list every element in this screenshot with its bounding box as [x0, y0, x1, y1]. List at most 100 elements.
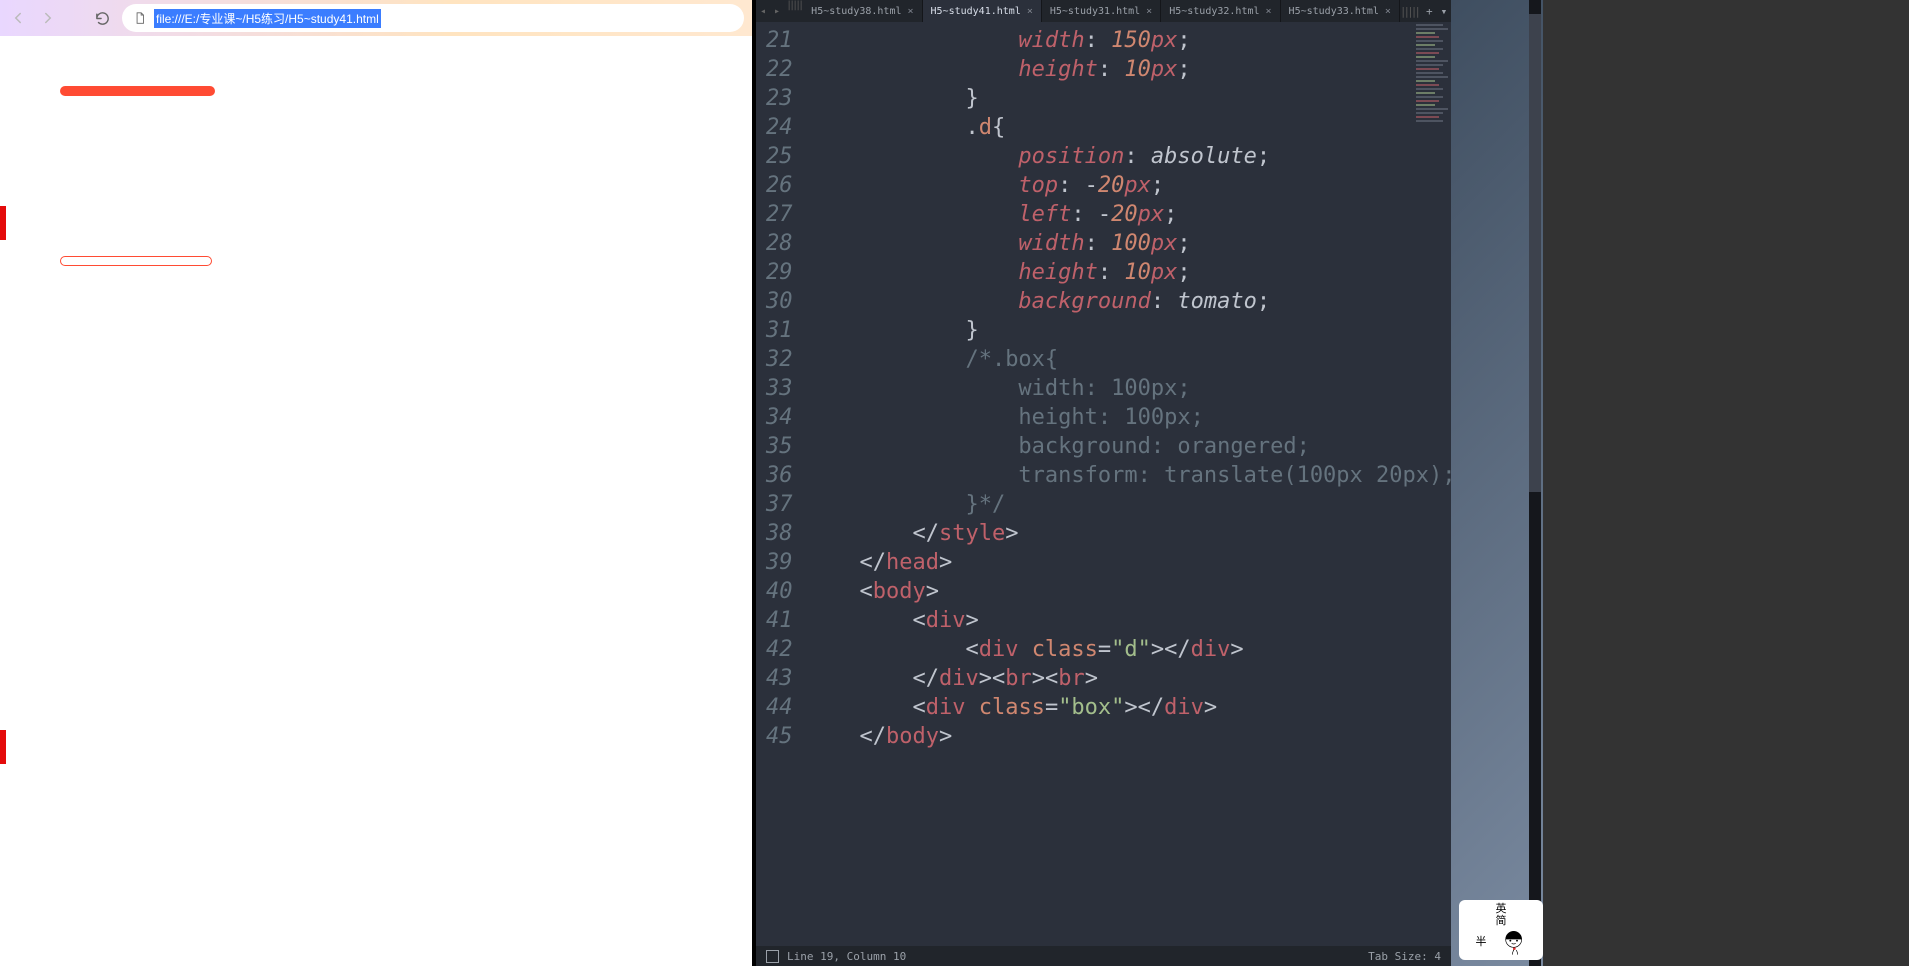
- code-line[interactable]: }: [807, 316, 1452, 345]
- tab-scroll-right-icon[interactable]: ▸: [770, 0, 784, 22]
- line-number: 30: [766, 287, 793, 316]
- browser-toolbar: file:///E:/专业课~/H5练习/H5~study41.html: [0, 0, 752, 36]
- editor-statusbar: Line 19, Column 10 Tab Size: 4: [756, 946, 1451, 966]
- code-area[interactable]: 2122232425262728293031323334353637383940…: [756, 22, 1451, 946]
- status-cursor: Line 19, Column 10: [787, 950, 906, 963]
- line-number: 22: [766, 55, 793, 84]
- line-gutter: 2122232425262728293031323334353637383940…: [756, 22, 803, 946]
- code-line[interactable]: /*.box{: [807, 345, 1452, 374]
- close-icon[interactable]: ×: [907, 6, 913, 17]
- editor-pane: ◂ ▸ ||||| H5~study38.html×H5~study41.htm…: [756, 0, 1451, 966]
- line-number: 21: [766, 26, 793, 55]
- avatar-face-icon: [1487, 927, 1527, 957]
- tab-label: H5~study33.html: [1289, 6, 1379, 17]
- address-bar[interactable]: file:///E:/专业课~/H5练习/H5~study41.html: [122, 4, 744, 32]
- code-line[interactable]: transform: translate(100px 20px);: [807, 461, 1452, 490]
- code-line[interactable]: height: 10px;: [807, 258, 1452, 287]
- reload-icon[interactable]: [92, 8, 112, 28]
- code-line[interactable]: <div>: [807, 606, 1452, 635]
- code-line[interactable]: }: [807, 84, 1452, 113]
- browser-pane: file:///E:/专业课~/H5练习/H5~study41.html: [0, 0, 756, 966]
- page-render: [0, 36, 752, 316]
- new-tab-icon[interactable]: +: [1426, 5, 1433, 18]
- code-line[interactable]: <div class="d"></div>: [807, 635, 1452, 664]
- avatar-text-3: 半: [1476, 935, 1487, 948]
- line-number: 43: [766, 664, 793, 693]
- browser-viewport: [0, 36, 752, 966]
- line-number: 39: [766, 548, 793, 577]
- tab-h5-study33-html[interactable]: H5~study33.html ×: [1281, 0, 1400, 22]
- code-line[interactable]: top: -20px;: [807, 171, 1452, 200]
- status-indent[interactable]: Tab Size: 4: [1368, 950, 1441, 963]
- line-number: 41: [766, 606, 793, 635]
- code-line[interactable]: }*/: [807, 490, 1452, 519]
- code-line[interactable]: height: 100px;: [807, 403, 1452, 432]
- tab-h5-study41-html[interactable]: H5~study41.html ×: [923, 0, 1042, 22]
- code-line[interactable]: <body>: [807, 577, 1452, 606]
- close-icon[interactable]: ×: [1027, 6, 1033, 17]
- line-number: 40: [766, 577, 793, 606]
- line-number: 45: [766, 722, 793, 751]
- tomato-bar-solid: [60, 86, 215, 96]
- assistant-avatar[interactable]: 英 简 半: [1459, 900, 1543, 960]
- line-number: 34: [766, 403, 793, 432]
- close-icon[interactable]: ×: [1385, 6, 1391, 17]
- code-line[interactable]: </head>: [807, 548, 1452, 577]
- tab-label: H5~study38.html: [811, 6, 901, 17]
- line-number: 38: [766, 519, 793, 548]
- line-number: 32: [766, 345, 793, 374]
- app-root: file:///E:/专业课~/H5练习/H5~study41.html ◂ ▸…: [0, 0, 1909, 966]
- tab-menu-icon[interactable]: ▾: [1441, 5, 1448, 18]
- back-icon[interactable]: [8, 8, 28, 28]
- line-number: 29: [766, 258, 793, 287]
- tomato-bar-outline: [60, 256, 212, 266]
- editor-tabbar: ◂ ▸ ||||| H5~study38.html×H5~study41.htm…: [756, 0, 1451, 22]
- line-number: 33: [766, 374, 793, 403]
- code-line[interactable]: width: 150px;: [807, 26, 1452, 55]
- status-checkbox-icon[interactable]: [766, 950, 779, 963]
- line-number: 35: [766, 432, 793, 461]
- code-text[interactable]: width: 150px; height: 10px; } .d{ positi…: [803, 22, 1452, 946]
- address-text: file:///E:/专业课~/H5练习/H5~study41.html: [154, 9, 381, 28]
- line-number: 42: [766, 635, 793, 664]
- tab-overflow-icon: |||||: [784, 0, 803, 22]
- close-icon[interactable]: ×: [1266, 6, 1272, 17]
- code-line[interactable]: background: orangered;: [807, 432, 1452, 461]
- tab-scroll-left-icon[interactable]: ◂: [756, 0, 770, 22]
- line-number: 24: [766, 113, 793, 142]
- tab-label: H5~study31.html: [1050, 6, 1140, 17]
- line-number: 31: [766, 316, 793, 345]
- line-number: 37: [766, 490, 793, 519]
- close-icon[interactable]: ×: [1146, 6, 1152, 17]
- tab-h5-study38-html[interactable]: H5~study38.html ×: [803, 0, 922, 22]
- tab-h5-study31-html[interactable]: H5~study31.html ×: [1042, 0, 1161, 22]
- code-line[interactable]: </body>: [807, 722, 1452, 751]
- code-line[interactable]: <div class="box"></div>: [807, 693, 1452, 722]
- code-line[interactable]: .d{: [807, 113, 1452, 142]
- tab-h5-study32-html[interactable]: H5~study32.html ×: [1161, 0, 1280, 22]
- line-number: 36: [766, 461, 793, 490]
- left-edge-markers: [0, 206, 6, 764]
- line-number: 44: [766, 693, 793, 722]
- tabbar-controls: ||||| + ▾: [1400, 0, 1451, 22]
- code-line[interactable]: position: absolute;: [807, 142, 1452, 171]
- line-number: 23: [766, 84, 793, 113]
- line-number: 28: [766, 229, 793, 258]
- tab-label: H5~study32.html: [1169, 6, 1259, 17]
- desktop-strip: 英 简 半: [1451, 0, 1543, 966]
- code-line[interactable]: height: 10px;: [807, 55, 1452, 84]
- avatar-text-2: 简: [1496, 914, 1507, 927]
- code-line[interactable]: </style>: [807, 519, 1452, 548]
- code-line[interactable]: width: 100px;: [807, 229, 1452, 258]
- code-line[interactable]: </div><br><br>: [807, 664, 1452, 693]
- tab-label: H5~study41.html: [931, 6, 1021, 17]
- line-number: 25: [766, 142, 793, 171]
- code-line[interactable]: left: -20px;: [807, 200, 1452, 229]
- file-icon: [132, 10, 148, 26]
- editor-scrollbar-thumb[interactable]: [1529, 14, 1541, 492]
- code-line[interactable]: background: tomato;: [807, 287, 1452, 316]
- code-line[interactable]: width: 100px;: [807, 374, 1452, 403]
- line-number: 26: [766, 171, 793, 200]
- forward-icon[interactable]: [38, 8, 58, 28]
- line-number: 27: [766, 200, 793, 229]
